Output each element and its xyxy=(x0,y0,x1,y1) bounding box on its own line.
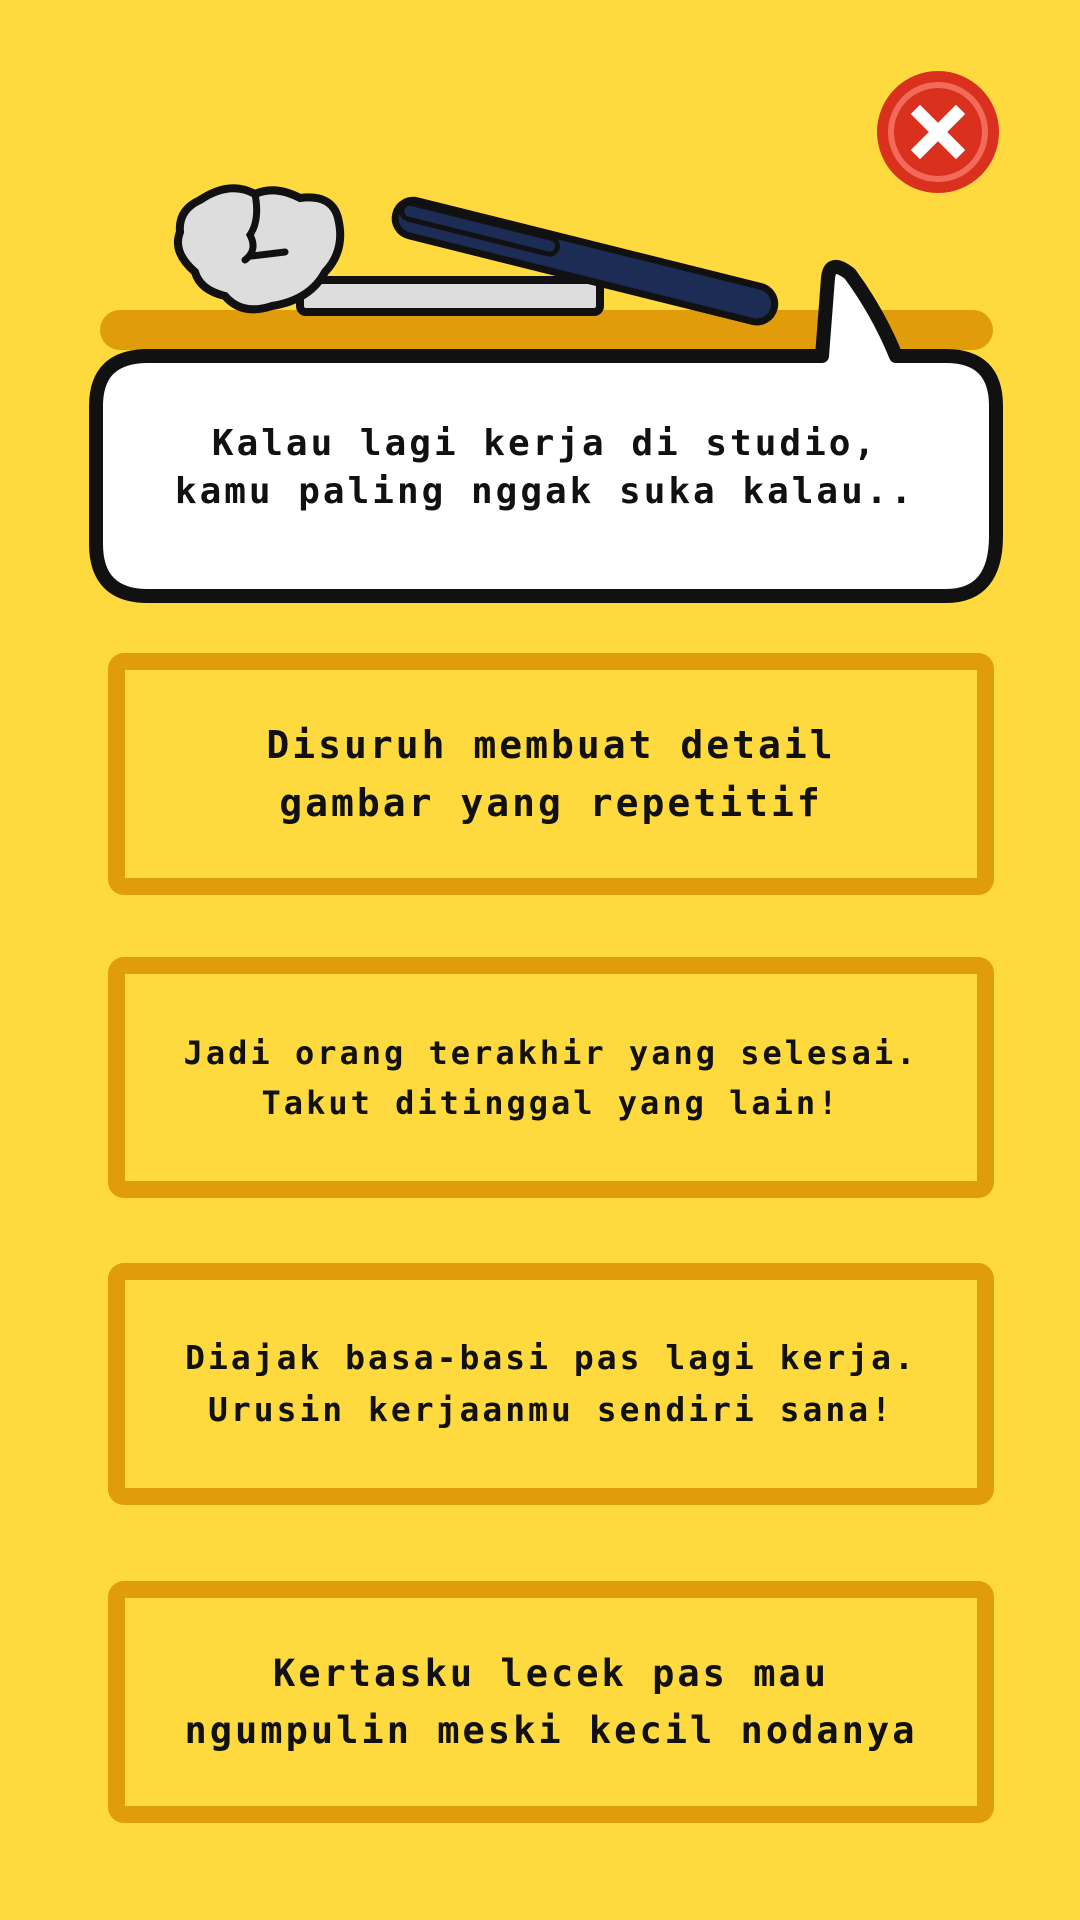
answer-option-4[interactable]: Kertasku lecek pas mau ngumpulin meski k… xyxy=(108,1581,994,1823)
answer-option-3[interactable]: Diajak basa-basi pas lagi kerja. Urusin … xyxy=(108,1263,994,1505)
close-icon xyxy=(877,71,999,193)
question-text: Kalau lagi kerja di studio, kamu paling … xyxy=(174,423,916,512)
answer-option-label: Jadi orang terakhir yang selesai. Takut … xyxy=(183,1033,919,1122)
answer-option-label: Diajak basa-basi pas lagi kerja. Urusin … xyxy=(185,1338,917,1429)
close-button[interactable] xyxy=(876,70,1000,194)
answer-option-label: Kertasku lecek pas mau ngumpulin meski k… xyxy=(184,1652,918,1752)
answer-option-2[interactable]: Jadi orang terakhir yang selesai. Takut … xyxy=(108,957,994,1198)
answer-option-label: Disuruh membuat detail gambar yang repet… xyxy=(266,723,836,825)
answer-option-1[interactable]: Disuruh membuat detail gambar yang repet… xyxy=(108,653,994,895)
